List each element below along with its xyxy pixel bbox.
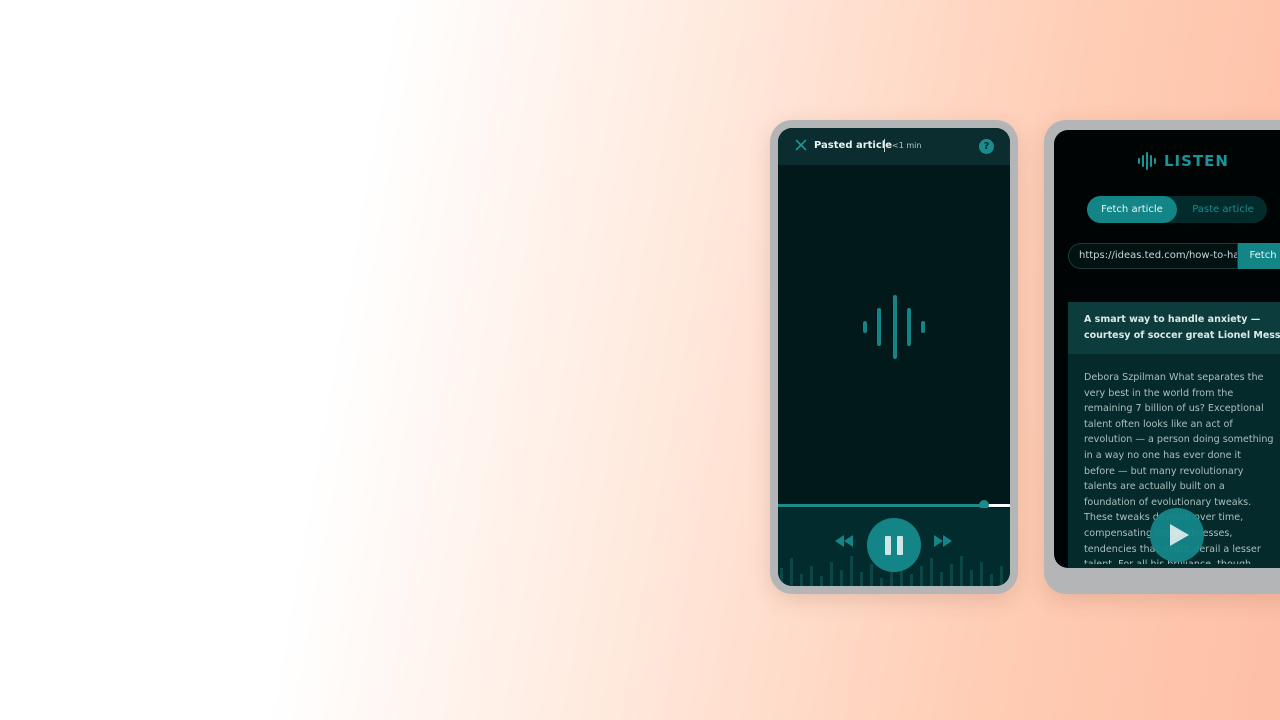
play-button[interactable] bbox=[1150, 508, 1204, 562]
source-toggle: Fetch article Paste article bbox=[1087, 196, 1267, 223]
tab-paste-article[interactable]: Paste article bbox=[1179, 196, 1267, 223]
question-icon[interactable]: ? bbox=[979, 139, 994, 154]
duration-label: <1 min bbox=[892, 141, 922, 150]
progress-fill bbox=[778, 504, 984, 507]
app-brand: LISTEN bbox=[1164, 152, 1229, 170]
url-input[interactable]: https://ideas.ted.com/how-to-handle-anxi… bbox=[1068, 243, 1238, 269]
pause-icon-bar bbox=[897, 536, 903, 555]
tab-fetch-article[interactable]: Fetch article bbox=[1087, 196, 1177, 223]
article-header: A smart way to handle anxiety — courtesy… bbox=[1068, 302, 1280, 354]
app-screen: LISTEN Fetch article Paste article https… bbox=[1054, 130, 1280, 568]
url-value: https://ideas.ted.com/how-to-handle-anxi… bbox=[1079, 250, 1237, 261]
pause-icon bbox=[885, 536, 891, 555]
progress-bar[interactable] bbox=[778, 500, 1010, 510]
play-icon bbox=[1170, 524, 1189, 546]
app-phone: LISTEN Fetch article Paste article https… bbox=[1044, 120, 1280, 594]
player-screen: Pasted article <1 min ? bbox=[778, 128, 1010, 586]
soundwave-icon bbox=[863, 295, 925, 359]
article-title: A smart way to handle anxiety — courtesy… bbox=[1084, 314, 1280, 341]
fetch-button[interactable]: Fetch bbox=[1238, 243, 1280, 269]
player-header: Pasted article <1 min ? bbox=[778, 128, 1010, 165]
pause-button[interactable] bbox=[867, 518, 921, 572]
rewind-icon[interactable] bbox=[834, 535, 854, 547]
player-phone: Pasted article <1 min ? bbox=[770, 120, 1018, 594]
soundwave-icon bbox=[1138, 152, 1156, 170]
fast-forward-icon[interactable] bbox=[933, 535, 953, 547]
title-separator bbox=[884, 139, 885, 152]
player-title: Pasted article bbox=[814, 140, 892, 151]
player-controls bbox=[778, 508, 1010, 586]
close-icon[interactable] bbox=[795, 139, 807, 151]
